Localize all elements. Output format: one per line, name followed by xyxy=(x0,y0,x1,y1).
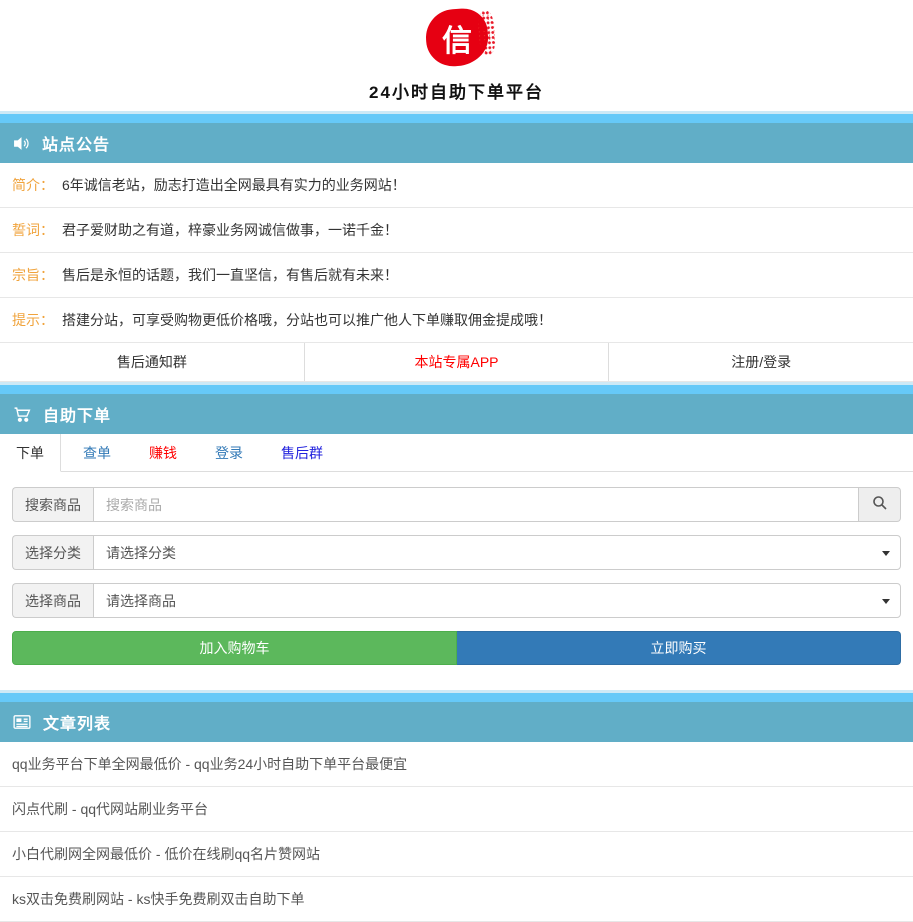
chevron-down-icon xyxy=(882,551,890,556)
tab-check-order[interactable]: 查单 xyxy=(67,434,127,471)
announcement-section-title: 站点公告 xyxy=(42,131,110,155)
spacer xyxy=(0,678,913,690)
site-logo: 信 xyxy=(426,9,488,66)
divider-strip-blue xyxy=(0,114,913,123)
article-item[interactable]: qq业务平台下单全网最低价 - qq业务24小时自助下单平台最便宜 xyxy=(0,742,913,787)
tab-login[interactable]: 登录 xyxy=(199,434,259,471)
search-product-label: 搜索商品 xyxy=(12,487,93,522)
order-tabs: 下单 查单 赚钱 登录 售后群 xyxy=(0,434,913,472)
cart-icon xyxy=(13,406,31,423)
search-input[interactable] xyxy=(93,487,859,522)
notice-text: 售后是永恒的话题，我们一直坚信，有售后就有未来！ xyxy=(62,267,398,283)
search-icon xyxy=(872,495,888,514)
category-label: 选择分类 xyxy=(12,535,93,570)
logo-character: 信 xyxy=(442,16,472,60)
article-item[interactable]: 小白代刷网全网最低价 - 低价在线刷qq名片赞网站 xyxy=(0,832,913,877)
notice-text: 搭建分站，可享受购物更低价格哦，分站也可以推广他人下单赚取佣金提成哦！ xyxy=(62,312,552,328)
order-section-title: 自助下单 xyxy=(43,402,111,426)
tab-place-order[interactable]: 下单 xyxy=(0,434,61,472)
seal-texture xyxy=(477,10,496,55)
tab-earn-money[interactable]: 赚钱 xyxy=(133,434,193,471)
notice-label: 誓词： xyxy=(12,222,54,238)
buy-now-button[interactable]: 立即购买 xyxy=(457,631,901,665)
newspaper-icon xyxy=(13,714,31,730)
articles-section-title: 文章列表 xyxy=(43,710,111,734)
notice-label: 提示： xyxy=(12,312,54,328)
notice-row-tip: 提示： 搭建分站，可享受购物更低价格哦，分站也可以推广他人下单赚取佣金提成哦！ xyxy=(0,298,913,343)
announcement-section-header: 站点公告 xyxy=(0,123,913,163)
divider-strip-blue xyxy=(0,385,913,394)
site-header: 信 24小时自助下单平台 xyxy=(0,0,913,111)
articles-section-header: 文章列表 xyxy=(0,702,913,742)
notice-text: 君子爱财助之有道，梓豪业务网诚信做事，一诺千金！ xyxy=(62,222,398,238)
notice-label: 宗旨： xyxy=(12,267,54,283)
product-select-group: 选择商品 请选择商品 xyxy=(12,583,901,618)
product-select[interactable]: 请选择商品 xyxy=(93,583,901,618)
speaker-icon xyxy=(13,135,30,152)
search-button[interactable] xyxy=(859,487,901,522)
category-select[interactable]: 请选择分类 xyxy=(93,535,901,570)
notice-text: 6年诚信老站，励志打造出全网最具有实力的业务网站！ xyxy=(62,177,406,193)
notice-row-oath: 誓词： 君子爱财助之有道，梓豪业务网诚信做事，一诺千金！ xyxy=(0,208,913,253)
notice-row-intro: 简介： 6年诚信老站，励志打造出全网最具有实力的业务网站！ xyxy=(0,163,913,208)
page-title: 24小时自助下单平台 xyxy=(0,78,913,103)
order-section-header: 自助下单 xyxy=(0,394,913,434)
divider-strip-blue xyxy=(0,693,913,702)
tab-aftersale-group[interactable]: 售后群 xyxy=(265,434,339,471)
category-selected-value: 请选择分类 xyxy=(106,543,176,563)
add-to-cart-button[interactable]: 加入购物车 xyxy=(12,631,457,665)
search-product-group: 搜索商品 xyxy=(12,487,901,522)
chevron-down-icon xyxy=(882,599,890,604)
order-actions: 加入购物车 立即购买 xyxy=(12,631,901,665)
aftersale-group-button[interactable]: 售后通知群 xyxy=(0,343,304,381)
register-login-button[interactable]: 注册/登录 xyxy=(608,343,913,381)
article-item[interactable]: 闪点代刷 - qq代网站刷业务平台 xyxy=(0,787,913,832)
category-select-group: 选择分类 请选择分类 xyxy=(12,535,901,570)
logo-seal-icon: 信 xyxy=(424,7,490,68)
order-form: 搜索商品 选择分类 请选择分类 选择商品 请选择商品 加入购物车 立即购买 xyxy=(0,472,913,678)
notice-label: 简介： xyxy=(12,177,54,193)
article-item[interactable]: ks双击免费刷网站 - ks快手免费刷双击自助下单 xyxy=(0,877,913,922)
notice-row-purpose: 宗旨： 售后是永恒的话题，我们一直坚信，有售后就有未来！ xyxy=(0,253,913,298)
quick-links-row: 售后通知群 本站专属APP 注册/登录 xyxy=(0,343,913,382)
site-app-button[interactable]: 本站专属APP xyxy=(304,343,609,381)
product-label: 选择商品 xyxy=(12,583,93,618)
product-selected-value: 请选择商品 xyxy=(106,591,176,611)
